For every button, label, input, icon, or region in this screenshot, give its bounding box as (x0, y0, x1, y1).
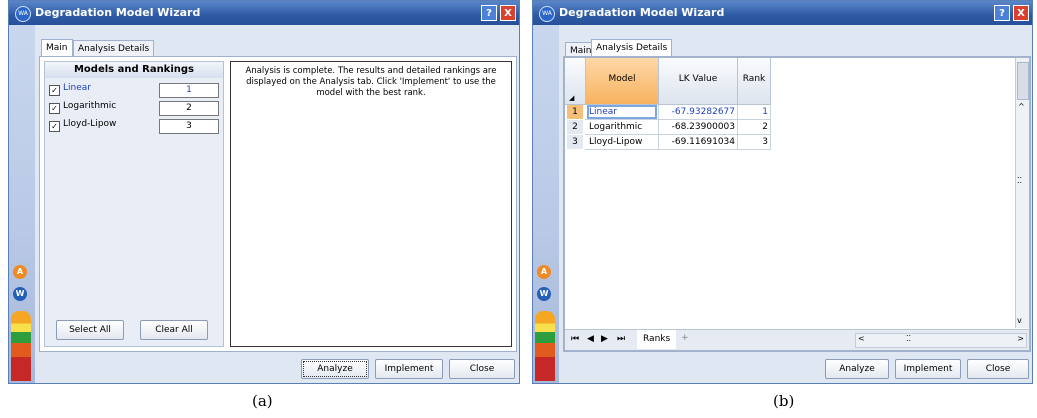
caption-b: (b) (773, 392, 795, 410)
table-cell-lk[interactable]: -67.93282677 (659, 105, 735, 119)
splitter-grip-icon[interactable]: ⁚⁚ (906, 334, 911, 343)
models-header: Models and Rankings (45, 62, 223, 78)
lloyd-lipow-checkbox[interactable]: ✓ (49, 121, 60, 132)
side-toolbar: A W (533, 25, 559, 383)
rank-field[interactable]: 3 (159, 119, 219, 134)
first-sheet-icon[interactable]: ⏮ (571, 334, 579, 344)
window-title: Degradation Model Wizard (35, 6, 201, 19)
implement-button[interactable]: Implement (375, 359, 443, 379)
column-header-rank[interactable]: Rank (738, 58, 771, 105)
row-number[interactable]: 1 (567, 105, 583, 119)
help-button[interactable]: ? (994, 5, 1010, 21)
row-number[interactable]: 2 (567, 120, 583, 134)
close-window-button[interactable]: X (1013, 5, 1029, 21)
app-icon: WA (15, 6, 31, 22)
next-sheet-icon[interactable]: ▶ (601, 334, 608, 344)
select-all-corner[interactable]: ◢ (565, 58, 586, 105)
sheet-tab-bar: ⏮ ◀ ▶ ⏭ Ranks + < ⁚⁚ > (565, 329, 1029, 350)
title-bar[interactable]: WA Degradation Model Wizard ? X (9, 1, 519, 25)
header-label: LK Value (678, 74, 718, 84)
horizontal-scrollbar[interactable]: < ⁚⁚ > (855, 333, 1027, 348)
model-label: Linear (63, 83, 91, 93)
table-cell-rank[interactable]: 3 (738, 135, 768, 149)
ranks-grid: ◢ Model LK Value Rank 1 Linear -67.93282… (564, 57, 1030, 351)
table-cell-rank[interactable]: 2 (738, 120, 768, 134)
tab-analysis-details[interactable]: Analysis Details (73, 40, 155, 57)
table-cell-model[interactable]: Lloyd-Lipow (589, 135, 659, 149)
side-toolbar: A W (9, 25, 35, 383)
corner-triangle-icon: ◢ (569, 94, 575, 102)
clear-all-button[interactable]: Clear All (140, 320, 208, 340)
column-header-lk-value[interactable]: LK Value (659, 58, 738, 105)
models-group: Models and Rankings ✓ Linear 1 ✓ Logarit… (44, 61, 224, 347)
scroll-right-icon[interactable]: > (1017, 334, 1024, 343)
splitter-grip-icon[interactable]: ⁚⁚ (1017, 176, 1022, 185)
rank-field[interactable]: 2 (159, 101, 219, 116)
message-box: Analysis is complete. The results and de… (230, 61, 512, 347)
row-divider (585, 134, 771, 135)
last-sheet-icon[interactable]: ⏭ (617, 334, 625, 344)
model-label: Logarithmic (63, 101, 117, 111)
analysis-icon[interactable]: A (537, 265, 551, 279)
prev-sheet-icon[interactable]: ◀ (587, 334, 594, 344)
tab-main[interactable]: Main (41, 39, 73, 56)
table-cell-lk[interactable]: -68.23900003 (659, 120, 735, 134)
col-divider (737, 105, 738, 150)
select-all-button[interactable]: Select All (56, 320, 124, 340)
analyze-button[interactable]: Analyze (301, 359, 369, 379)
logarithmic-checkbox[interactable]: ✓ (49, 103, 60, 114)
status-message: Analysis is complete. The results and de… (245, 66, 497, 98)
scroll-down-icon[interactable]: v (1017, 316, 1022, 325)
table-cell-lk[interactable]: -69.11691034 (659, 135, 735, 149)
vertical-scrollbar[interactable]: ^ ⁚⁚ v (1015, 58, 1029, 328)
rank-field[interactable]: 1 (159, 83, 219, 98)
col-divider (658, 105, 659, 150)
scroll-left-icon[interactable]: < (858, 334, 865, 343)
wizard-window-b: WA Degradation Model Wizard ? X A W Main… (532, 0, 1033, 384)
row-divider (585, 119, 771, 120)
table-cell-model[interactable]: Logarithmic (589, 120, 659, 134)
linear-checkbox[interactable]: ✓ (49, 85, 60, 96)
close-button[interactable]: Close (967, 359, 1029, 379)
header-label: Rank (742, 74, 766, 84)
table-cell-model[interactable]: Linear (587, 105, 657, 119)
app-icon: WA (539, 6, 555, 22)
title-bar[interactable]: WA Degradation Model Wizard ? X (533, 1, 1032, 25)
window-title: Degradation Model Wizard (559, 6, 725, 19)
table-cell-rank[interactable]: 1 (738, 105, 768, 119)
add-sheet-icon[interactable]: + (681, 333, 689, 343)
tab-analysis-details[interactable]: Analysis Details (591, 39, 673, 56)
scroll-up-icon[interactable]: ^ (1018, 102, 1025, 111)
implement-button[interactable]: Implement (895, 359, 961, 379)
main-panel: Models and Rankings ✓ Linear 1 ✓ Logarit… (39, 56, 517, 352)
analyze-button[interactable]: Analyze (825, 359, 889, 379)
color-stripes (11, 311, 31, 381)
color-stripes (535, 311, 555, 381)
close-window-button[interactable]: X (500, 5, 516, 21)
col-divider (770, 105, 771, 150)
row-divider (585, 149, 771, 150)
caption-a: (a) (252, 392, 273, 410)
column-header-model[interactable]: Model (586, 58, 659, 105)
wizard-window-a: WA Degradation Model Wizard ? X A W Main… (8, 0, 520, 384)
analysis-icon[interactable]: A (13, 265, 27, 279)
weibull-icon[interactable]: W (13, 287, 27, 301)
row-number[interactable]: 3 (567, 135, 583, 149)
header-label: Model (608, 74, 636, 84)
close-button[interactable]: Close (449, 359, 515, 379)
analysis-panel: ◢ Model LK Value Rank 1 Linear -67.93282… (563, 56, 1031, 352)
sheet-tab-ranks[interactable]: Ranks (637, 330, 677, 349)
scroll-thumb[interactable] (1017, 62, 1029, 100)
weibull-icon[interactable]: W (537, 287, 551, 301)
model-label: Lloyd-Lipow (63, 119, 117, 129)
help-button[interactable]: ? (481, 5, 497, 21)
